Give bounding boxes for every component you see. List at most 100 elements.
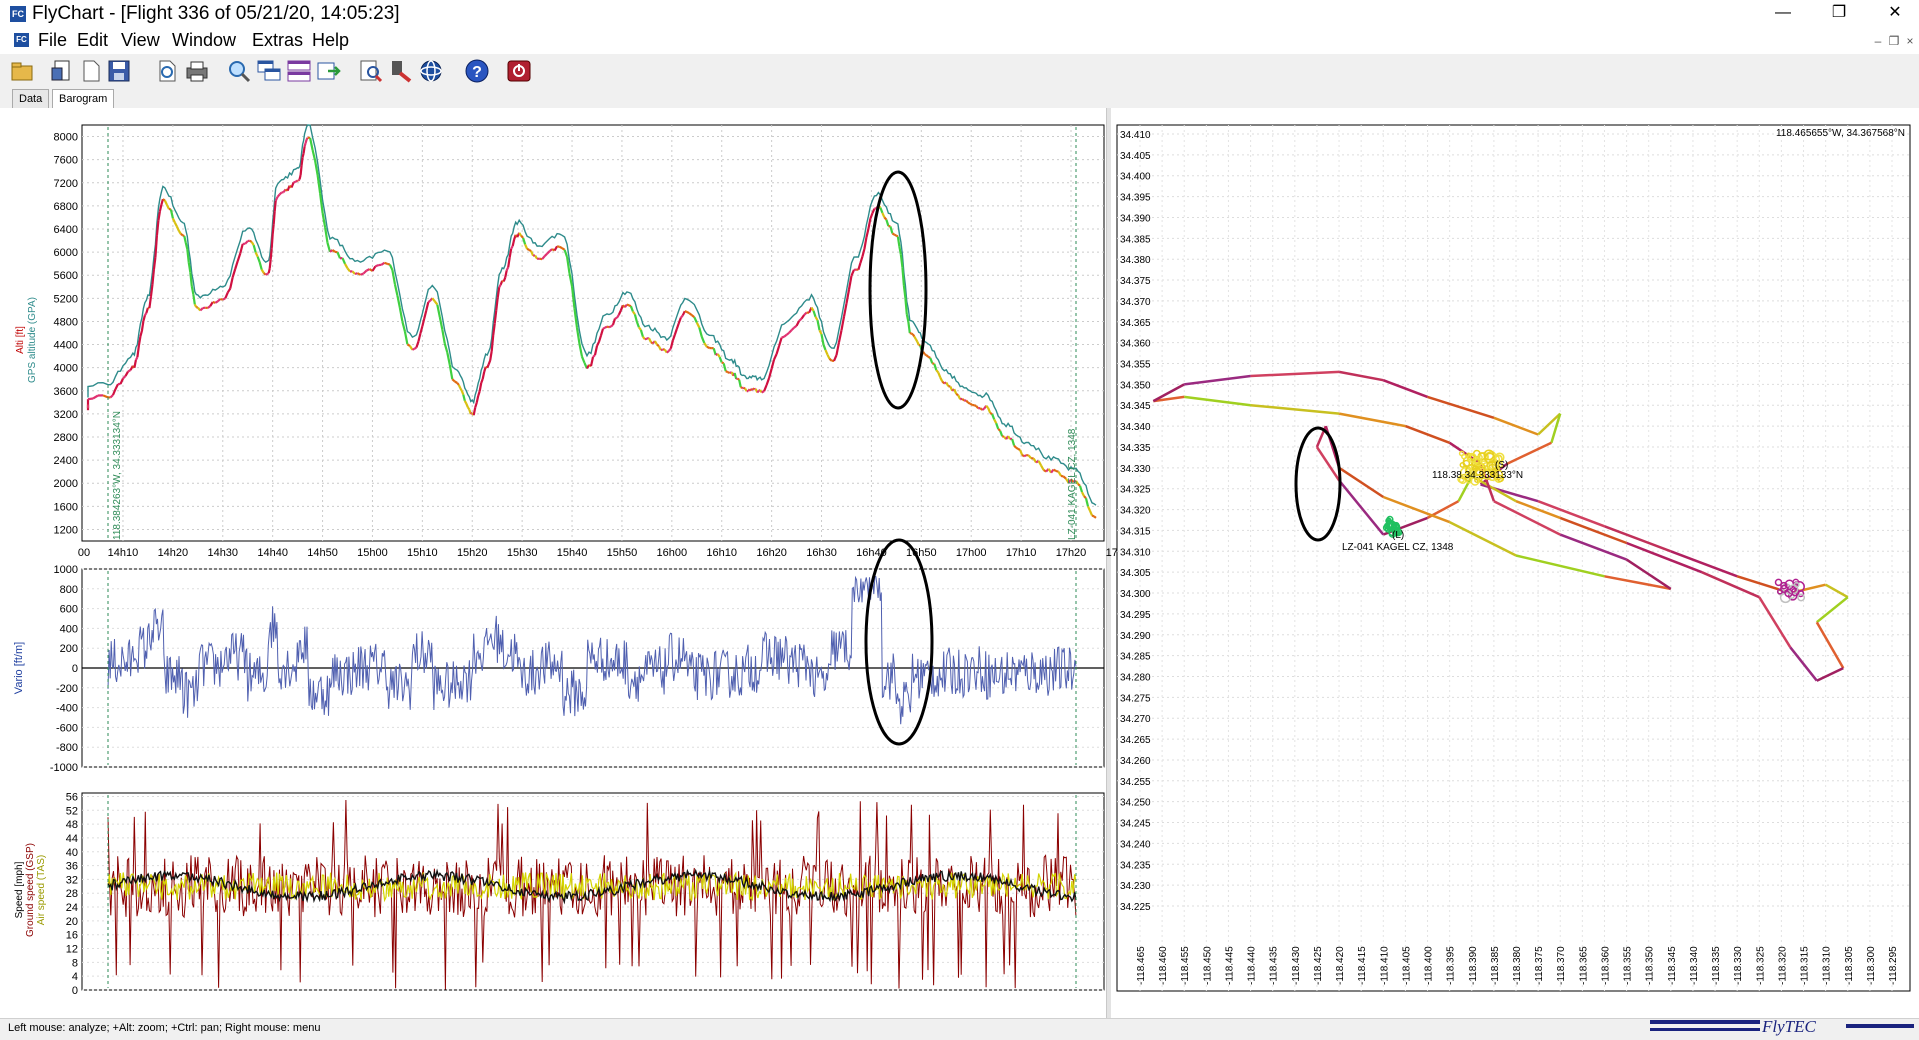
map-x-tick-label: -118.300 <box>1866 946 1877 985</box>
altitude-segment <box>459 385 461 388</box>
altitude-segment <box>223 298 226 299</box>
altitude-segment <box>615 318 617 319</box>
track-map[interactable]: 34.41034.40534.40034.39534.39034.38534.3… <box>1117 125 1910 991</box>
altitude-segment <box>169 209 171 210</box>
altitude-y-ticks: 1200160020002400280032003600400044004800… <box>54 132 78 537</box>
speed-y-tick-label: 52 <box>66 805 78 817</box>
charts-canvas[interactable]: 1200160020002400280032003600400044004800… <box>0 0 1919 1039</box>
altitude-segment <box>355 273 358 274</box>
map-x-tick-label: -118.440 <box>1247 946 1258 985</box>
altitude-segment <box>925 354 927 355</box>
altitude-segment <box>986 406 988 408</box>
altitude-segment <box>277 197 278 199</box>
altitude-x-tick-label: 15h30 <box>507 547 538 559</box>
altitude-segment <box>603 328 605 329</box>
map-coordinate-readout: 118.465655°W, 34.367568°N <box>1776 128 1905 139</box>
map-y-tick-label: 34.405 <box>1120 151 1151 162</box>
altitude-segment <box>137 346 139 358</box>
altitude-segment <box>904 286 906 299</box>
altitude-y-tick-label: 6000 <box>54 247 78 259</box>
map-x-tick-label: -118.385 <box>1490 946 1501 985</box>
altitude-y-tick-label: 4000 <box>54 363 78 375</box>
altitude-segment <box>627 305 629 306</box>
altitude-segment <box>726 371 728 372</box>
altitude-segment <box>557 246 560 247</box>
altitude-segment <box>593 355 595 357</box>
altitude-segment <box>527 249 529 250</box>
map-y-tick-label: 34.270 <box>1120 714 1151 725</box>
altitude-segment <box>275 201 276 211</box>
map-x-tick-label: -118.340 <box>1689 946 1700 985</box>
map-y-tick-label: 34.290 <box>1120 631 1151 642</box>
map-x-tick-label: -118.450 <box>1202 946 1213 985</box>
landing-label: LZ-041 KAGEL CZ, 1348 <box>1342 542 1454 553</box>
altitude-segment <box>489 360 491 364</box>
speed-y-tick-label: 48 <box>66 819 78 831</box>
altitude-segment <box>490 351 492 360</box>
altitude-segment <box>504 278 506 282</box>
map-y-tick-label: 34.235 <box>1120 860 1151 871</box>
altitude-segment <box>155 236 157 257</box>
map-y-tick-label: 34.300 <box>1120 589 1151 600</box>
altitude-segment <box>902 267 904 285</box>
vario-chart[interactable]: -1000-800-600-400-20002004006008001000 V… <box>13 540 1104 774</box>
altitude-segment <box>151 285 153 297</box>
altitude-segment <box>463 395 465 401</box>
altitude-segment <box>745 389 747 392</box>
altitude-y-tick-label: 2400 <box>54 455 78 467</box>
altitude-segment <box>508 257 510 267</box>
altitude-y-tick-label: 2800 <box>54 432 78 444</box>
altitude-segment <box>956 394 958 395</box>
altitude-segment <box>914 337 916 340</box>
altitude-segment <box>990 413 992 414</box>
altitude-segment <box>367 269 370 271</box>
altitude-x-tick-label: 17h20 <box>1056 547 1087 559</box>
map-y-tick-label: 34.355 <box>1120 360 1151 371</box>
altitude-segment <box>294 182 296 183</box>
speed-y-tick-label: 16 <box>66 930 78 942</box>
altitude-segment <box>896 236 898 237</box>
map-x-tick-label: -118.295 <box>1888 946 1899 985</box>
map-y-tick-label: 34.340 <box>1120 422 1151 433</box>
altitude-x-tick-label: 16h10 <box>706 547 737 559</box>
altitude-chart[interactable]: 1200160020002400280032003600400044004800… <box>15 125 1136 559</box>
map-y-tick-label: 34.310 <box>1120 547 1151 558</box>
altitude-segment <box>269 269 270 273</box>
altitude-segment <box>215 301 218 303</box>
map-y-tick-label: 34.395 <box>1120 193 1151 204</box>
vario-y-tick-label: 600 <box>60 604 78 616</box>
map-x-tick-label: -118.315 <box>1800 946 1811 985</box>
altitude-segment <box>145 313 147 315</box>
altitude-segment <box>457 383 459 385</box>
altitude-segment <box>266 274 268 275</box>
map-x-tick-label: -118.325 <box>1755 946 1766 985</box>
altitude-x-tick-label: 00 <box>78 547 90 559</box>
altitude-segment <box>414 348 416 349</box>
altitude-segment <box>190 272 192 286</box>
altitude-x-tick-label: 15h20 <box>457 547 488 559</box>
altitude-segment <box>884 217 886 219</box>
map-x-tick-label: -118.445 <box>1225 946 1236 985</box>
altitude-segment <box>1061 476 1064 477</box>
altitude-segment <box>428 301 430 303</box>
altitude-segment <box>478 391 480 396</box>
altitude-segment <box>455 382 458 384</box>
altitude-segment <box>976 406 978 408</box>
altitude-segment <box>609 327 611 328</box>
end-marker-label: LZ-041 KAGEL CZ, 1348 <box>1067 428 1078 540</box>
vario-y-label: Vario [ft/m] <box>13 642 25 694</box>
altitude-y-tick-label: 4800 <box>54 316 78 328</box>
altitude-segment <box>521 236 523 238</box>
map-y-tick-label: 34.265 <box>1120 735 1151 746</box>
speed-chart[interactable]: 048121620242832364044485256 Speed [mph] … <box>14 791 1104 997</box>
altitude-segment <box>974 405 976 406</box>
landing-marker-symbol: (L) <box>1392 530 1404 541</box>
altitude-x-tick-label: 15h10 <box>407 547 438 559</box>
vario-y-tick-label: 800 <box>60 584 78 596</box>
map-y-tick-label: 34.320 <box>1120 506 1151 517</box>
map-x-tick-label: -118.380 <box>1512 946 1523 985</box>
altitude-segment <box>1054 470 1057 471</box>
altitude-segment <box>908 321 910 333</box>
altitude-x-ticks: 0014h1014h2014h3014h4014h5015h0015h1015h… <box>78 547 1136 559</box>
altitude-segment <box>507 267 509 270</box>
